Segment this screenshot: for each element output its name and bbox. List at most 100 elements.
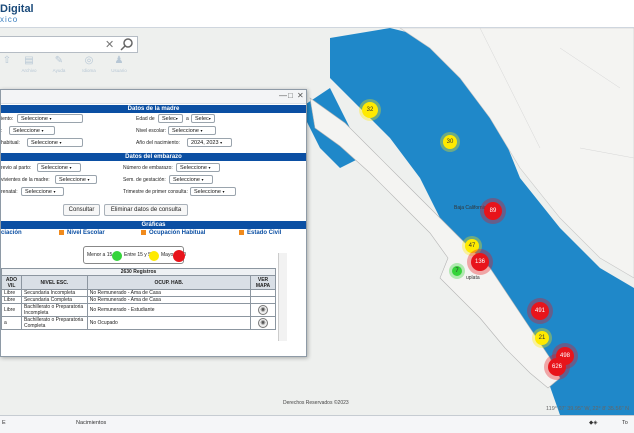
select-value: 2024, 2023 xyxy=(191,140,219,146)
app-subtitle: xico xyxy=(0,15,19,24)
table-row[interactable]: Libre Secundaria Incompleta No Remunerad… xyxy=(1,289,276,297)
app-title: Digital xyxy=(0,3,34,15)
select-nivel-escolar[interactable]: Seleccione ▾ xyxy=(168,126,216,135)
select-numero-embarazo[interactable]: Seleccione ▾ xyxy=(176,163,220,172)
field-label: Número de embarazo: xyxy=(123,165,173,171)
tab-grafica[interactable]: Ocupación Habitual xyxy=(141,230,205,236)
map-cluster[interactable]: 47 xyxy=(465,239,479,253)
minimize-icon[interactable]: — xyxy=(279,91,287,100)
search-input[interactable] xyxy=(2,39,100,50)
table-cell: No Remunerado - Ama de Casa xyxy=(86,296,252,304)
tool-strip: ⇧ ▤ Archivo ✎ Ayuda ◎ Idioma ♟ Usuario xyxy=(0,55,140,79)
cluster-count: 32 xyxy=(366,107,374,113)
field-label: renatal: xyxy=(1,189,18,195)
map-cluster[interactable]: 626 xyxy=(548,358,566,376)
select-estado-civil[interactable]: Seleccione ▾ xyxy=(9,126,55,135)
map-cluster[interactable]: 21 xyxy=(535,331,549,345)
chart-icon xyxy=(239,230,244,235)
table-row[interactable]: a Bachillerato o Preparatoria Completa N… xyxy=(1,316,276,330)
table-cell: a xyxy=(1,316,22,330)
map-cluster[interactable]: 491 xyxy=(531,302,549,320)
select-ocupacion[interactable]: Seleccione ▾ xyxy=(27,138,83,147)
field-label: habitual: xyxy=(1,140,20,146)
map-cluster[interactable]: 7 xyxy=(452,266,462,276)
map-attribution: Derechos Reservados ©2023 xyxy=(283,400,349,406)
map-cluster[interactable]: 136 xyxy=(471,253,489,271)
table-scrollbar[interactable] xyxy=(278,253,287,341)
select-value: Seleccione xyxy=(59,177,86,183)
field-label: Año del nacimiento: xyxy=(136,140,180,146)
cluster-count: 21 xyxy=(538,335,546,341)
cluster-count: 30 xyxy=(446,139,454,145)
col-ocup-hab: OCUP. HAB. xyxy=(86,275,252,290)
chart-icon xyxy=(59,230,64,235)
map-cluster[interactable]: 89 xyxy=(484,202,502,220)
table-cell: Libre xyxy=(1,296,22,304)
select-hijos-vivientes[interactable]: Seleccione ▾ xyxy=(55,175,97,184)
table-cell: Secundaria Completa xyxy=(20,296,88,304)
section-title-madre: Datos de la madre xyxy=(1,105,306,113)
select-lugar[interactable]: Seleccione ▾ xyxy=(17,114,83,123)
select-control-prenatal[interactable]: Seleccione ▾ xyxy=(21,187,64,196)
tab-grafica[interactable]: Estado Civil xyxy=(239,230,281,236)
eliminar-consulta-button[interactable]: Eliminar datos de consulta xyxy=(104,204,188,216)
view-map-icon[interactable]: ◉ xyxy=(258,318,268,328)
col-estado-civil: ADO VIL xyxy=(1,275,22,290)
tool-label: Ayuda xyxy=(52,68,66,73)
globe-icon: ◎ xyxy=(84,55,94,66)
table-cell: Bachillerato o Preparatoria Completa xyxy=(20,316,88,330)
tool-item[interactable]: ✎ Ayuda xyxy=(44,55,74,73)
select-edad-hasta[interactable]: Selec▾ xyxy=(191,114,215,123)
select-value: Seleccione xyxy=(25,189,52,195)
view-map-icon[interactable]: ◉ xyxy=(258,305,268,315)
records-count: 2630 Registros xyxy=(1,268,276,276)
table-cell: Secundaria Incompleta xyxy=(20,289,88,297)
select-semanas-gestacion[interactable]: Seleccione ▾ xyxy=(169,175,213,184)
tool-item[interactable]: ▤ Archivo xyxy=(14,55,44,73)
close-icon[interactable]: ✕ xyxy=(105,38,114,51)
tab-grafica[interactable]: ciación xyxy=(1,230,22,236)
select-value: Seleccione xyxy=(41,165,68,171)
field-label: vivientes de la madre: xyxy=(1,177,50,183)
tool-item[interactable]: ◎ Idioma xyxy=(74,55,104,73)
select-anio[interactable]: 2024, 2023 ▾ xyxy=(187,138,232,147)
status-layer-name: Nacimientos xyxy=(76,420,107,426)
table-cell: ◉ xyxy=(250,316,276,330)
table-cell: Libre xyxy=(1,303,22,317)
table-cell: Libre xyxy=(1,289,22,297)
status-left: E xyxy=(2,420,6,426)
select-value: Seleccione xyxy=(31,140,58,146)
file-icon: ▤ xyxy=(24,55,34,66)
section-title-graficas: Gráficas xyxy=(1,221,306,229)
table-row[interactable]: Libre Bachillerato o Preparatoria Incomp… xyxy=(1,303,276,317)
maximize-icon[interactable]: □ xyxy=(288,91,293,100)
dialog-titlebar: — □ ✕ xyxy=(1,90,306,104)
records-table: 2630 Registros ADO VIL NIVEL ESC. OCUP. … xyxy=(1,268,276,330)
field-label: Edad de xyxy=(136,116,155,122)
map-cluster[interactable]: 32 xyxy=(362,102,378,118)
tool-item[interactable]: ♟ Usuario xyxy=(104,55,134,73)
close-icon[interactable]: ✕ xyxy=(297,91,304,100)
col-nivel-esc: NIVEL ESC. xyxy=(20,275,88,290)
graficas-tabs: ciación Nivel Escolar Ocupación Habitual… xyxy=(1,230,306,242)
status-bar: E Nacimientos ◆◈ To xyxy=(0,415,634,433)
table-cell: Bachillerato o Preparatoria Incompleta xyxy=(20,303,88,317)
table-row[interactable]: Libre Secundaria Completa No Remunerado … xyxy=(1,296,276,304)
select-edad-desde[interactable]: Selec▾ xyxy=(158,114,183,123)
search-icon[interactable] xyxy=(120,37,134,53)
map-legend: Menor a 15 Entre 15 y 50 Mayor a 50 xyxy=(83,246,186,264)
tab-label: ciación xyxy=(1,230,22,236)
map-cluster[interactable]: 30 xyxy=(443,135,457,149)
select-control-previo[interactable]: Seleccione ▾ xyxy=(37,163,81,172)
consultar-button[interactable]: Consultar xyxy=(63,204,100,216)
field-label: : xyxy=(1,128,3,134)
select-value: Selec xyxy=(162,116,176,122)
table-cell: No Remunerado - Estudiante xyxy=(86,303,252,317)
app-header: Digital xico xyxy=(0,0,634,28)
tab-label: Ocupación Habitual xyxy=(149,230,206,237)
layers-icon[interactable]: ◆◈ xyxy=(589,420,597,426)
select-trimestre[interactable]: Seleccione ▾ xyxy=(190,187,236,196)
tab-label: Estado Civil xyxy=(247,230,282,237)
field-label: Sem. de gestación: xyxy=(123,177,166,183)
tab-grafica[interactable]: Nivel Escolar xyxy=(59,230,105,236)
